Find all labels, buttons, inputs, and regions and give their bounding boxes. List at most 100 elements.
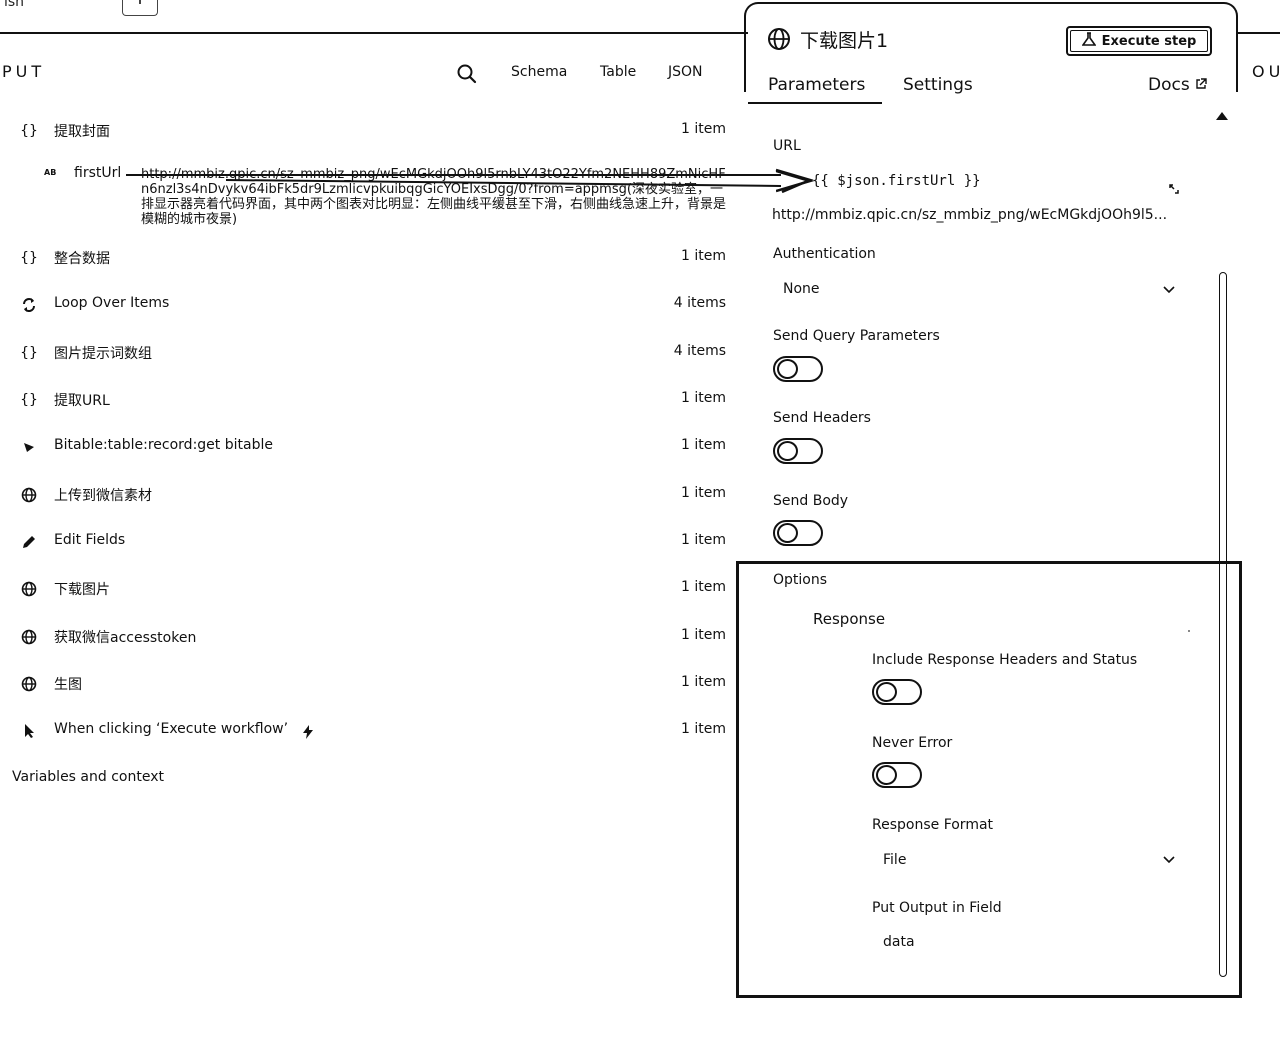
node-row-generate-image[interactable]: 生图 1 item	[0, 669, 740, 699]
flask-icon	[1081, 32, 1097, 50]
docs-label: Docs	[1148, 75, 1190, 95]
send-query-toggle[interactable]	[773, 356, 823, 382]
node-row-extract-cover[interactable]: {} 提取封面 1 item	[0, 116, 740, 146]
active-tab-indicator	[748, 102, 882, 104]
chevron-down-icon[interactable]	[1162, 285, 1176, 295]
item-count: 1 item	[681, 721, 726, 737]
node-label: 上传到微信素材	[54, 488, 152, 504]
external-link-icon	[1195, 75, 1207, 95]
tab-json[interactable]: JSON	[668, 64, 703, 80]
authentication-select[interactable]: None	[783, 281, 820, 297]
node-label: 图片提示词数组	[54, 346, 152, 362]
output-field-input[interactable]: data	[883, 934, 915, 950]
node-label: Edit Fields	[54, 532, 126, 548]
header-divider-right	[1236, 32, 1280, 34]
authentication-label: Authentication	[773, 246, 876, 262]
braces-icon: {}	[20, 345, 38, 361]
string-type-badge: AB	[44, 168, 57, 177]
search-icon[interactable]	[456, 63, 478, 85]
send-body-toggle[interactable]	[773, 520, 823, 546]
item-count: 1 item	[681, 485, 726, 501]
braces-icon: {}	[20, 392, 38, 408]
expand-expression-icon[interactable]	[1168, 180, 1182, 194]
delete-option-icon[interactable]	[1188, 630, 1190, 632]
include-headers-toggle[interactable]	[872, 679, 922, 705]
item-count: 1 item	[681, 674, 726, 690]
node-row-merge-data[interactable]: {} 整合数据 1 item	[0, 243, 740, 273]
node-title[interactable]: 下载图片1	[800, 26, 888, 53]
url-expression-input[interactable]: {{ $json.firstUrl }}	[812, 173, 981, 189]
globe-icon	[18, 578, 40, 600]
node-row-upload-wechat[interactable]: 上传到微信素材 1 item	[0, 480, 740, 510]
item-count: 4 items	[673, 343, 726, 359]
node-row-wechat-accesstoken[interactable]: 获取微信accesstoken 1 item	[0, 622, 740, 652]
node-label: 生图	[54, 677, 82, 693]
drag-arrow-icon	[126, 168, 814, 194]
node-label: 下载图片	[54, 582, 110, 598]
url-expression-preview: http://mmbiz.qpic.cn/sz_mmbiz_png/wEcMGk…	[772, 207, 1168, 223]
loop-icon	[18, 294, 40, 316]
chevron-down-icon[interactable]	[1162, 855, 1176, 865]
node-row-image-prompt-array[interactable]: {} 图片提示词数组 4 items	[0, 338, 740, 368]
response-format-select[interactable]: File	[883, 852, 906, 868]
tab-schema[interactable]: Schema	[511, 64, 567, 80]
node-label: 提取URL	[54, 393, 110, 409]
node-label: When clicking ‘Execute workflow’	[54, 721, 289, 737]
node-label: 提取封面	[54, 124, 110, 140]
item-count: 1 item	[681, 437, 726, 453]
bitable-icon	[18, 436, 40, 458]
item-count: 1 item	[681, 121, 726, 137]
node-row-loop-over-items[interactable]: Loop Over Items 4 items	[0, 290, 740, 320]
item-count: 1 item	[681, 390, 726, 406]
input-panel-title: PUT	[2, 62, 46, 81]
tab-table[interactable]: Table	[600, 64, 636, 80]
collapse-toggle-button[interactable]	[122, 0, 158, 16]
arrow-icon	[776, 169, 814, 193]
item-count: 1 item	[681, 248, 726, 264]
item-count: 1 item	[681, 579, 726, 595]
url-label: URL	[773, 138, 801, 154]
node-label: 整合数据	[54, 251, 110, 267]
options-highlight-box	[736, 561, 1242, 998]
tab-settings[interactable]: Settings	[903, 75, 973, 95]
send-headers-toggle[interactable]	[773, 438, 823, 464]
docs-link[interactable]: Docs	[1148, 75, 1207, 95]
globe-icon	[18, 626, 40, 648]
pencil-icon	[18, 531, 40, 553]
cursor-icon	[18, 720, 40, 742]
header-divider	[0, 32, 748, 34]
node-label: Loop Over Items	[54, 295, 170, 311]
include-headers-label: Include Response Headers and Status	[872, 652, 1138, 668]
variables-and-context[interactable]: Variables and context	[12, 769, 164, 785]
execute-step-button[interactable]: Execute step	[1066, 26, 1212, 56]
node-row-extract-url[interactable]: {} 提取URL 1 item	[0, 385, 740, 415]
globe-icon	[18, 484, 40, 506]
tab-parameters[interactable]: Parameters	[768, 75, 865, 95]
item-count: 4 items	[673, 295, 726, 311]
never-error-label: Never Error	[872, 735, 953, 751]
bolt-icon	[302, 724, 314, 743]
node-label: Bitable:table:record:get bitable	[54, 437, 273, 453]
node-row-download-image[interactable]: 下载图片 1 item	[0, 574, 740, 604]
output-field-label: Put Output in Field	[872, 900, 1002, 916]
node-row-edit-fields[interactable]: Edit Fields 1 item	[0, 527, 740, 557]
scroll-up-arrow-icon[interactable]	[1216, 112, 1228, 120]
field-name[interactable]: firstUrl	[74, 165, 121, 181]
truncated-label: ish	[4, 0, 25, 10]
options-label: Options	[773, 572, 828, 588]
send-headers-label: Send Headers	[773, 410, 871, 426]
braces-icon: {}	[20, 123, 38, 139]
node-row-manual-trigger[interactable]: When clicking ‘Execute workflow’ 1 item	[0, 716, 740, 746]
globe-icon	[767, 27, 791, 51]
item-count: 1 item	[681, 532, 726, 548]
response-format-label: Response Format	[872, 817, 994, 833]
node-label: 获取微信accesstoken	[54, 630, 197, 646]
never-error-toggle[interactable]	[872, 762, 922, 788]
output-panel-title: OU	[1252, 62, 1280, 81]
node-row-bitable[interactable]: Bitable:table:record:get bitable 1 item	[0, 432, 740, 462]
item-count: 1 item	[681, 627, 726, 643]
response-collection-label[interactable]: Response	[813, 610, 885, 628]
execute-step-label: Execute step	[1101, 33, 1197, 49]
braces-icon: {}	[20, 250, 38, 266]
send-query-label: Send Query Parameters	[773, 328, 940, 344]
